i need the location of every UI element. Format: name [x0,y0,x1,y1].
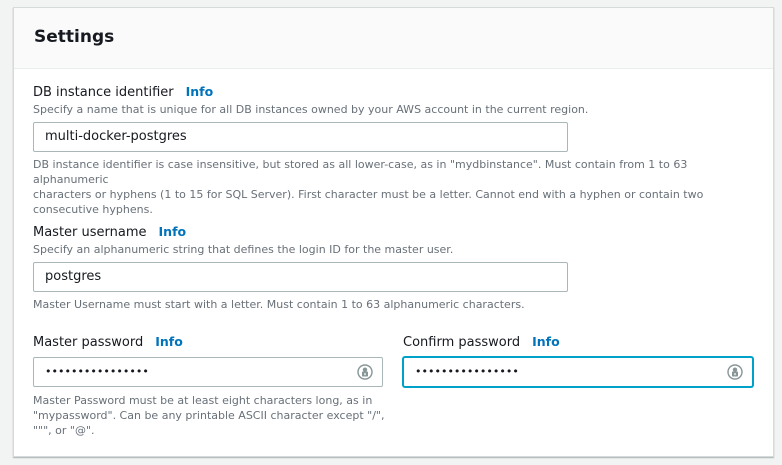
key-lock-icon[interactable] [356,363,374,381]
db-identifier-constraint-line1: DB instance identifier is case insensiti… [33,158,688,186]
master-username-description: Specify an alphanumeric string that defi… [33,243,454,256]
db-identifier-info-link[interactable]: Info [186,84,214,99]
confirm-password-value: •••••••••••••••• [415,365,519,378]
panel-title: Settings [34,27,115,47]
master-password-constraint-line2: "mypassword". Can be any printable ASCII… [33,409,385,422]
confirm-password-label-row: Confirm password Info [403,334,560,350]
confirm-password-info-link[interactable]: Info [532,334,560,349]
db-identifier-label-row: DB instance identifier Info [33,84,213,100]
db-identifier-constraint: DB instance identifier is case insensiti… [33,157,763,217]
db-identifier-description: Specify a name that is unique for all DB… [33,103,589,116]
db-identifier-constraint-line2: characters or hyphens (1 to 15 for SQL S… [33,188,704,201]
confirm-password-input[interactable]: •••••••••••••••• [403,357,753,387]
key-lock-icon[interactable] [726,363,744,381]
master-password-info-link[interactable]: Info [155,334,183,349]
master-username-constraint: Master Username must start with a letter… [33,298,525,311]
db-identifier-input[interactable]: multi-docker-postgres [33,122,568,152]
master-username-input[interactable]: postgres [33,262,568,292]
master-password-label: Master password [33,335,144,350]
master-password-constraint-line3: """, or "@". [33,424,95,437]
master-username-label: Master username [33,225,147,240]
confirm-password-label: Confirm password [403,335,521,350]
db-identifier-label: DB instance identifier [33,85,174,100]
master-password-constraint-line1: Master Password must be at least eight c… [33,394,373,407]
master-username-label-row: Master username Info [33,224,186,240]
db-identifier-constraint-line3: consecutive hyphens. [33,203,153,216]
master-password-label-row: Master password Info [33,334,183,350]
panel-header: Settings [14,8,773,69]
master-password-input[interactable]: •••••••••••••••• [33,357,383,387]
master-password-value: •••••••••••••••• [45,365,149,378]
master-password-constraint: Master Password must be at least eight c… [33,393,393,438]
master-username-info-link[interactable]: Info [159,224,187,239]
